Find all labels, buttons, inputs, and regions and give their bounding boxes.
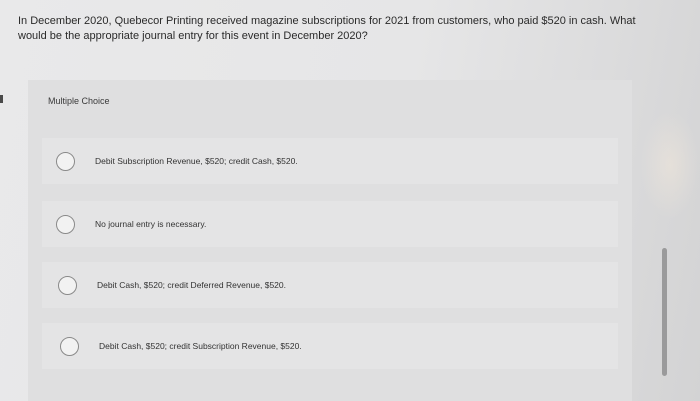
question-text: In December 2020, Quebecor Printing rece… [18, 15, 636, 42]
left-edge-marker [0, 95, 3, 103]
radio-button-icon[interactable] [56, 214, 75, 234]
screen-glare [640, 110, 700, 220]
option-4-text: Debit Cash, $520; credit Subscription Re… [99, 341, 302, 351]
scrollbar[interactable] [662, 248, 667, 376]
option-3[interactable]: Debit Cash, $520; credit Deferred Revenu… [42, 262, 618, 308]
option-4[interactable]: Debit Cash, $520; credit Subscription Re… [42, 323, 618, 369]
option-1[interactable]: Debit Subscription Revenue, $520; credit… [42, 138, 618, 184]
option-2-text: No journal entry is necessary. [95, 219, 207, 229]
multiple-choice-label: Multiple Choice [48, 96, 110, 106]
multiple-choice-panel: Multiple Choice Debit Subscription Reven… [28, 80, 632, 401]
radio-button-icon[interactable] [60, 336, 79, 356]
option-3-text: Debit Cash, $520; credit Deferred Revenu… [97, 280, 287, 290]
option-1-text: Debit Subscription Revenue, $520; credit… [95, 156, 298, 166]
option-2[interactable]: No journal entry is necessary. [42, 201, 618, 247]
radio-button-icon[interactable] [58, 275, 77, 295]
radio-button-icon[interactable] [56, 151, 75, 171]
